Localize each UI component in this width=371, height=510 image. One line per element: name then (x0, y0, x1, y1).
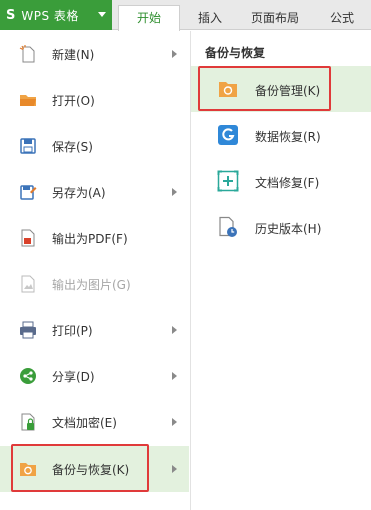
menu-item-new[interactable]: 新建(N) (0, 31, 189, 77)
save-as-icon (20, 185, 37, 200)
menu-item-label: 保存(S) (52, 140, 93, 154)
menu-item-label: 输出为图片(G) (52, 278, 131, 292)
open-folder-icon (20, 95, 36, 106)
wps-app-menu-button[interactable]: S WPS 表格 (0, 0, 112, 30)
menu-item-print[interactable]: 打印(P) (0, 307, 189, 353)
chevron-down-icon (98, 12, 106, 17)
new-file-icon (19, 45, 35, 63)
image-export-icon (21, 275, 35, 293)
submenu-item-document-repair[interactable]: 文档修复(F) (191, 158, 371, 204)
submenu-item-data-recovery[interactable]: 数据恢复(R) (191, 112, 371, 158)
tab-page-layout[interactable]: 页面布局 (240, 7, 310, 30)
chevron-right-icon (172, 50, 177, 58)
data-recovery-icon (218, 125, 238, 145)
printer-icon (20, 321, 36, 339)
wps-app-label: WPS 表格 (21, 8, 79, 23)
chevron-right-icon (172, 326, 177, 334)
encrypt-icon (21, 413, 35, 431)
menu-item-label: 另存为(A) (52, 186, 106, 200)
menu-item-export-image[interactable]: 输出为图片(G) (0, 261, 189, 307)
submenu-item-label: 历史版本(H) (255, 222, 322, 236)
tab-home[interactable]: 开始 (118, 5, 180, 31)
menu-item-export-pdf[interactable]: 输出为PDF(F) (0, 215, 189, 261)
pdf-icon (21, 229, 35, 247)
chevron-right-icon (172, 188, 177, 196)
file-menu: 新建(N) 打开(O) 保存(S) 另存为(A) 输出为PDF(F) 输出为图片… (0, 31, 189, 510)
submenu-item-history-version[interactable]: 历史版本(H) (191, 204, 371, 250)
menu-item-save-as[interactable]: 另存为(A) (0, 169, 189, 215)
menu-item-label: 打印(P) (52, 324, 93, 338)
menu-item-save[interactable]: 保存(S) (0, 123, 189, 169)
menu-item-label: 文档加密(E) (52, 416, 117, 430)
menu-item-encrypt[interactable]: 文档加密(E) (0, 399, 189, 445)
menu-item-share[interactable]: 分享(D) (0, 353, 189, 399)
history-version-icon (219, 216, 237, 237)
tab-formula[interactable]: 公式 (320, 7, 364, 30)
menu-item-label: 新建(N) (52, 48, 95, 62)
wps-logo: S (6, 7, 16, 23)
submenu-title: 备份与恢复 (205, 46, 266, 60)
menu-item-label: 分享(D) (52, 370, 95, 384)
ribbon-bar: S WPS 表格 开始 插入 页面布局 公式 (0, 0, 371, 31)
menu-item-label: 打开(O) (52, 94, 95, 108)
document-repair-icon (217, 170, 239, 192)
menu-item-open[interactable]: 打开(O) (0, 77, 189, 123)
share-icon (20, 368, 36, 384)
save-icon (20, 138, 36, 154)
highlight-box (11, 444, 149, 492)
tab-insert[interactable]: 插入 (188, 7, 232, 30)
submenu-item-label: 文档修复(F) (255, 176, 320, 190)
menu-item-label: 输出为PDF(F) (52, 232, 128, 246)
chevron-right-icon (172, 418, 177, 426)
chevron-right-icon (172, 372, 177, 380)
submenu-item-label: 数据恢复(R) (255, 130, 321, 144)
chevron-right-icon (172, 465, 177, 473)
highlight-box (198, 66, 331, 111)
